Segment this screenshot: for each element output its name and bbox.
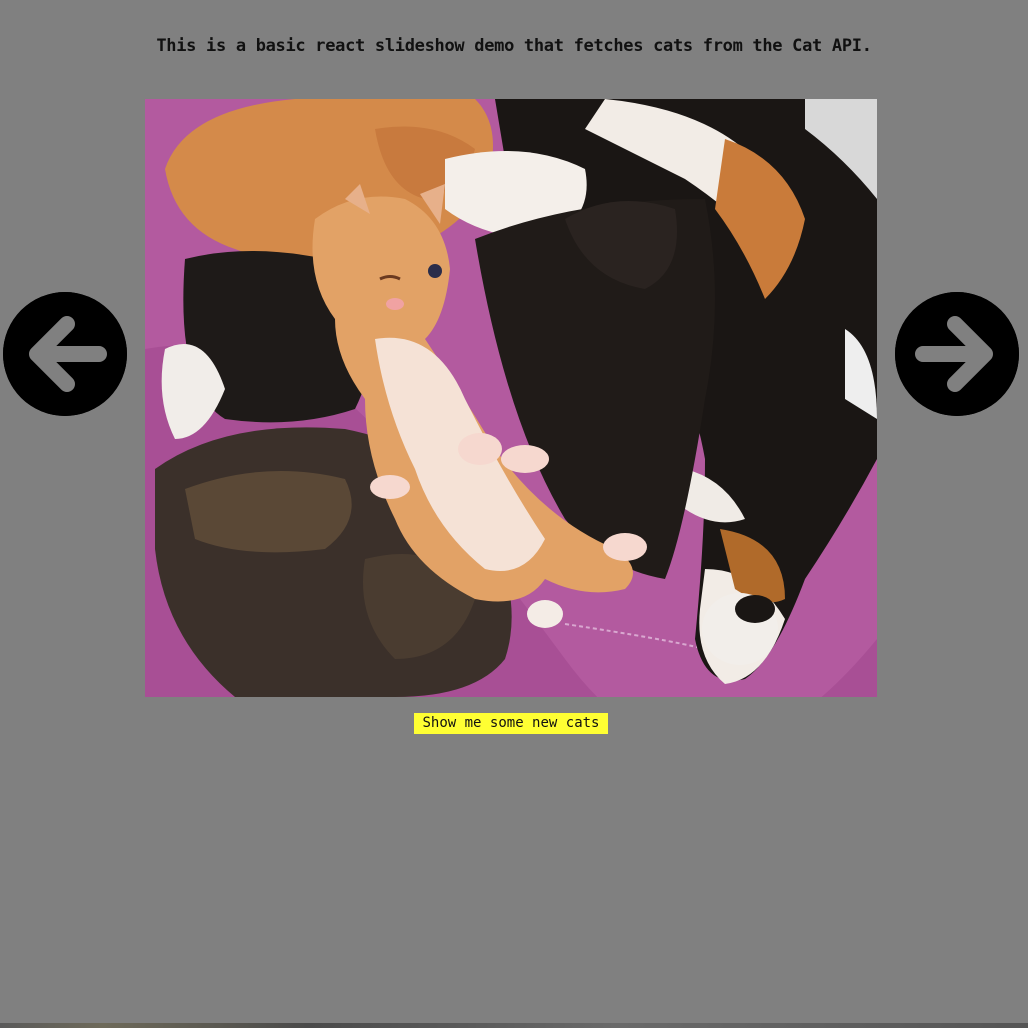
arrow-left-icon <box>3 292 127 416</box>
bottom-edge <box>0 1023 1028 1028</box>
previous-slide-button[interactable] <box>3 292 127 416</box>
arrow-right-icon <box>895 292 1019 416</box>
show-new-cats-button[interactable]: Show me some new cats <box>414 713 608 734</box>
kittens-photo <box>145 99 877 697</box>
slide-image <box>145 99 877 697</box>
next-slide-button[interactable] <box>895 292 1019 416</box>
page: This is a basic react slideshow demo tha… <box>0 0 1028 1028</box>
intro-text: This is a basic react slideshow demo tha… <box>156 36 872 56</box>
